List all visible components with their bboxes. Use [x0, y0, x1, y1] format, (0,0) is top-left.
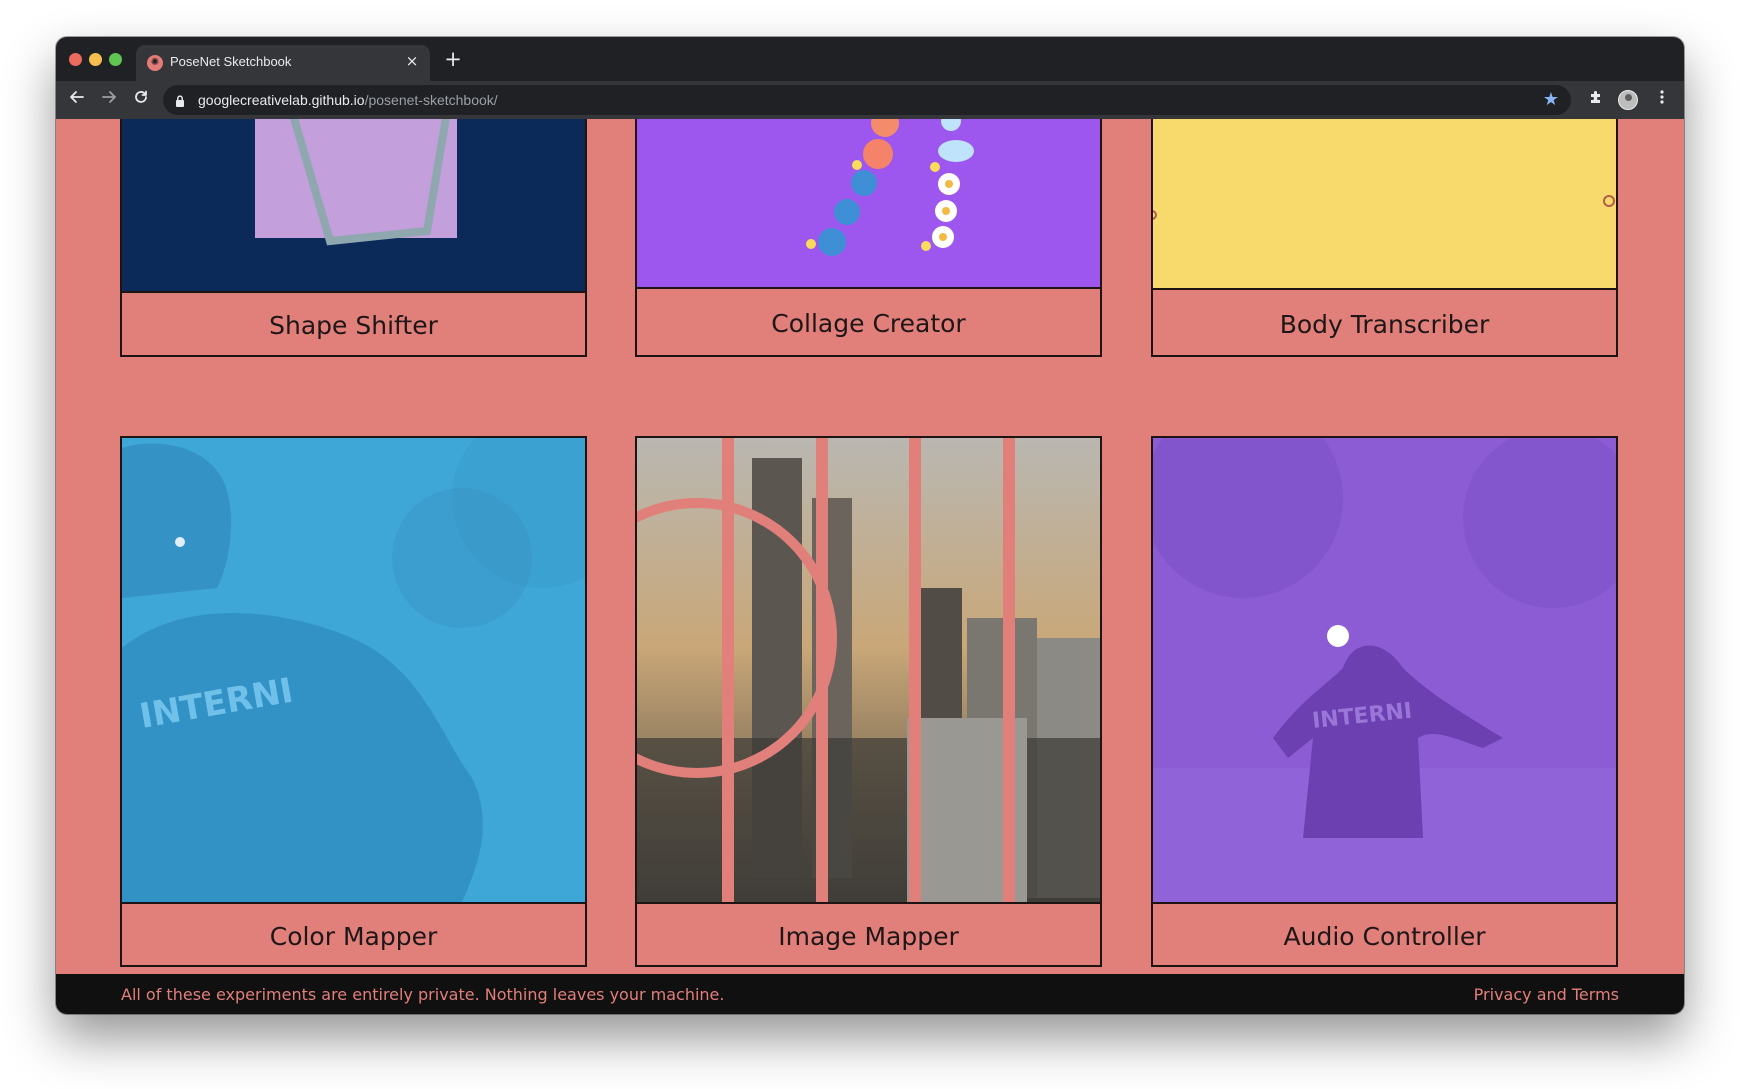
shape-shifter-preview	[122, 119, 585, 291]
url-text: googlecreativelab.github.io/posenet-sket…	[198, 92, 498, 108]
reload-icon[interactable]	[127, 86, 155, 114]
privacy-note: All of these experiments are entirely pr…	[121, 985, 725, 1004]
tab-title: PoseNet Sketchbook	[170, 54, 292, 69]
experiment-label: Shape Shifter	[122, 291, 585, 357]
new-tab-button[interactable]: +	[440, 46, 466, 72]
experiment-label: Color Mapper	[122, 902, 585, 967]
minimize-window-button[interactable]	[89, 53, 102, 66]
page-content: Shape Shifter Collage Creator Body Trans…	[56, 119, 1684, 974]
forward-arrow-icon[interactable]	[95, 86, 123, 114]
back-arrow-icon[interactable]	[63, 86, 91, 114]
lock-icon	[175, 93, 185, 107]
image-mapper-preview	[637, 438, 1100, 902]
body-transcriber-preview	[1153, 119, 1616, 288]
color-mapper-preview: INTERNI	[122, 438, 585, 902]
extensions-icon[interactable]	[1582, 86, 1610, 114]
privacy-and-terms-link[interactable]: Privacy and Terms	[1474, 985, 1619, 1004]
audio-controller-preview: INTERNI	[1153, 438, 1616, 902]
address-bar[interactable]: googlecreativelab.github.io/posenet-sket…	[163, 85, 1571, 115]
experiment-card-color-mapper[interactable]: INTERNI Color Mapper	[120, 436, 587, 967]
star-icon[interactable]: ★	[1539, 88, 1563, 112]
url-host: googlecreativelab.github.io	[198, 92, 365, 108]
tab-strip: ✺ PoseNet Sketchbook × +	[56, 37, 1684, 81]
experiment-card-audio-controller[interactable]: INTERNI Audio Controller	[1151, 436, 1618, 967]
active-tab[interactable]: ✺ PoseNet Sketchbook ×	[136, 45, 430, 81]
experiment-label: Collage Creator	[637, 287, 1100, 357]
experiment-card-body-transcriber[interactable]: Body Transcriber	[1151, 119, 1618, 357]
more-menu-icon[interactable]	[1648, 86, 1676, 114]
experiment-label: Audio Controller	[1153, 902, 1616, 967]
tab-close-icon[interactable]: ×	[403, 52, 421, 70]
posenet-favicon-icon: ✺	[147, 55, 163, 71]
experiment-card-collage-creator[interactable]: Collage Creator	[635, 119, 1102, 357]
experiment-card-shape-shifter[interactable]: Shape Shifter	[120, 119, 587, 357]
browser-window: ✺ PoseNet Sketchbook × + googlecreativel…	[56, 37, 1684, 1014]
browser-toolbar: googlecreativelab.github.io/posenet-sket…	[56, 81, 1684, 119]
maximize-window-button[interactable]	[109, 53, 122, 66]
profile-avatar[interactable]	[1618, 90, 1638, 110]
experiment-card-image-mapper[interactable]: Image Mapper	[635, 436, 1102, 967]
experiment-label: Image Mapper	[637, 902, 1100, 967]
collage-creator-preview	[637, 119, 1100, 287]
url-path: /posenet-sketchbook/	[364, 92, 498, 108]
close-window-button[interactable]	[69, 53, 82, 66]
experiment-label: Body Transcriber	[1153, 288, 1616, 357]
page-footer: All of these experiments are entirely pr…	[56, 974, 1684, 1014]
